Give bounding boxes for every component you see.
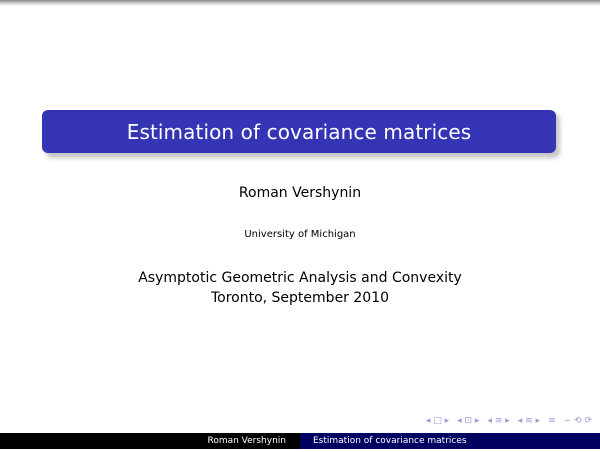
footer-title: Estimation of covariance matrices — [313, 436, 467, 446]
footer-bar: Roman Vershynin Estimation of covariance… — [0, 433, 600, 449]
event-location-date: Toronto, September 2010 — [210, 290, 390, 306]
nav-frame-icon[interactable]: ◂ □ ▸ — [426, 416, 449, 426]
nav-document-icon[interactable]: ◂ ≡ ▸ — [518, 416, 540, 426]
navigation-controls: ◂ □ ▸ ◂ ⊡ ▸ ◂ ≡ ▸ ◂ ≡ ▸ ≡ ∽ ⟲ ⟳ — [426, 416, 592, 426]
slide: Estimation of covariance matrices Roman … — [0, 0, 600, 452]
event-name: Asymptotic Geometric Analysis and Convex… — [138, 270, 462, 286]
top-rule — [0, 0, 600, 6]
nav-outline-icon[interactable]: ≡ — [548, 416, 556, 426]
nav-search-back-forward-icon[interactable]: ∽ ⟲ ⟳ — [564, 416, 592, 426]
footer-author-panel: Roman Vershynin — [0, 433, 300, 449]
slide-title: Estimation of covariance matrices — [126, 119, 472, 144]
author-name: Roman Vershynin — [238, 185, 362, 201]
footer-author: Roman Vershynin — [207, 436, 286, 446]
nav-subsection-icon[interactable]: ◂ ⊡ ▸ — [457, 416, 479, 426]
footer-title-panel: Estimation of covariance matrices — [300, 433, 600, 449]
event-info: Asymptotic Geometric Analysis and Convex… — [0, 268, 600, 308]
nav-section-icon[interactable]: ◂ ≡ ▸ — [487, 416, 509, 426]
title-box: Estimation of covariance matrices — [42, 110, 556, 153]
affiliation: University of Michigan — [244, 229, 356, 240]
